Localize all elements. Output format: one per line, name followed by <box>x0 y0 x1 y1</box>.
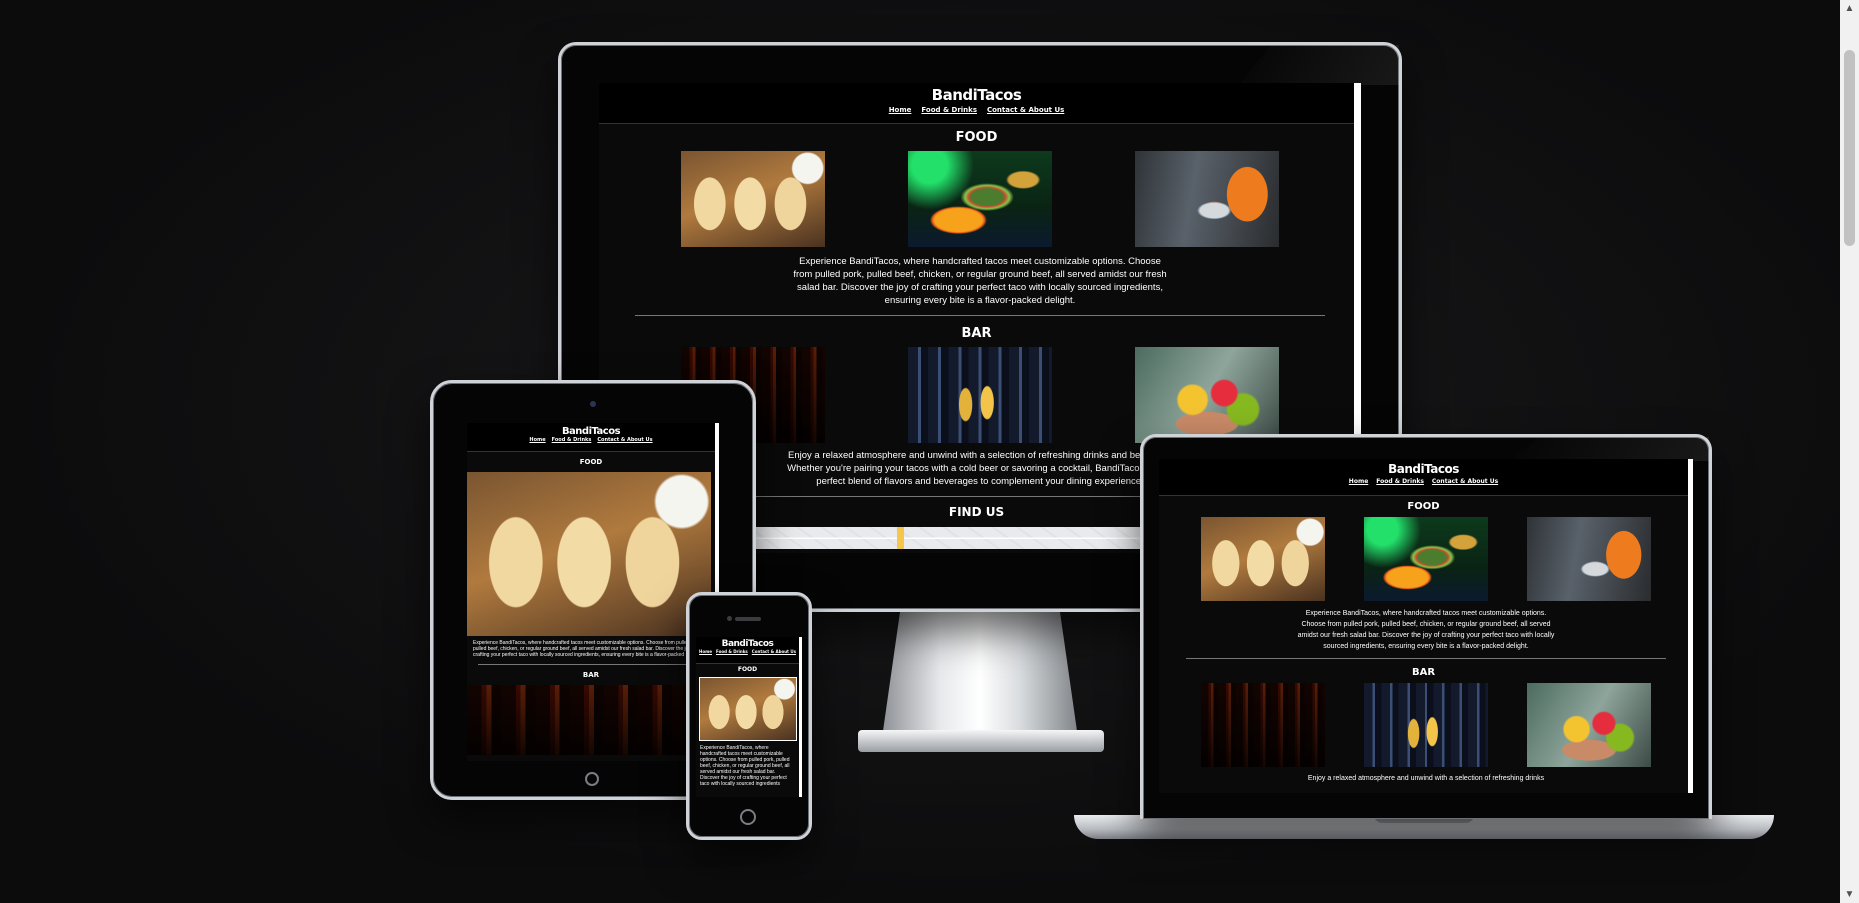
desktop-bar-text-line2: Whether you're pairing your tacos with a… <box>787 463 1173 474</box>
desktop-food-title: FOOD <box>955 130 998 145</box>
desktop-bar-text-line3: perfect blend of flavors and beverages t… <box>816 476 1144 487</box>
laptop-wine-photo <box>1201 683 1326 767</box>
phone-device: BandiTacos Home Food & Drinks Contact & … <box>686 592 812 840</box>
phone-nav-home[interactable]: Home <box>699 649 712 654</box>
phone-screen: BandiTacos Home Food & Drinks Contact & … <box>696 637 802 797</box>
scroll-down-arrow-icon[interactable]: ▼ <box>1840 886 1859 903</box>
laptop-nav-home[interactable]: Home <box>1349 478 1368 485</box>
desktop-food-divider <box>635 315 1325 316</box>
laptop-bar-images <box>1201 683 1651 767</box>
laptop-salad-photo <box>1363 517 1488 601</box>
laptop-tacos-photo <box>1201 517 1326 601</box>
tablet-food-text: Experience BandiTacos, where handcrafted… <box>473 640 703 658</box>
scroll-up-arrow-icon[interactable]: ▲ <box>1840 0 1859 17</box>
desktop-bar-text: Enjoy a relaxed atmosphere and unwind wi… <box>780 449 1180 488</box>
laptop-serving-photo <box>1526 517 1651 601</box>
laptop-food-title: FOOD <box>1407 501 1440 512</box>
laptop-food-images <box>1201 517 1651 601</box>
phone-camera <box>727 616 732 621</box>
tablet-site-header: BandiTacos Home Food & Drinks Contact & … <box>467 423 715 452</box>
desktop-nav: Home Food & Drinks Contact & About Us <box>599 106 1354 114</box>
phone-site-header: BandiTacos Home Food & Drinks Contact & … <box>696 637 799 664</box>
laptop-beer-photo <box>1363 683 1488 767</box>
laptop-bar-text: Enjoy a relaxed atmosphere and unwind wi… <box>1307 775 1545 782</box>
monitor-glare <box>1239 45 1399 85</box>
laptop-site-scrollbar[interactable] <box>1688 459 1693 793</box>
laptop-nav: Home Food & Drinks Contact & About Us <box>1159 478 1688 485</box>
desktop-nav-food-drinks[interactable]: Food & Drinks <box>921 106 977 114</box>
laptop-glare <box>1509 437 1709 461</box>
tablet-food-title: FOOD <box>579 458 603 466</box>
desktop-logo[interactable]: BandiTacos <box>599 83 1354 104</box>
phone-site-scrollbar[interactable] <box>799 637 802 797</box>
phone-food-text: Experience BandiTacos, where handcrafted… <box>700 745 790 787</box>
laptop-site-header: BandiTacos Home Food & Drinks Contact & … <box>1159 459 1688 496</box>
phone-nav: Home Food & Drinks Contact & About Us <box>696 649 799 654</box>
tablet-screen: BandiTacos Home Food & Drinks Contact & … <box>467 423 719 761</box>
tablet-camera <box>590 401 596 407</box>
mockup-stage: BandiTacos Home Food & Drinks Contact & … <box>0 0 1840 903</box>
phone-earpiece <box>735 617 761 621</box>
desktop-site-header: BandiTacos Home Food & Drinks Contact & … <box>599 83 1354 124</box>
desktop-bar-title: BAR <box>961 326 992 341</box>
laptop-nav-food-drinks[interactable]: Food & Drinks <box>1376 478 1424 485</box>
phone-logo[interactable]: BandiTacos <box>696 637 799 649</box>
tablet-food-divider <box>478 664 708 665</box>
tablet-nav-contact[interactable]: Contact & About Us <box>597 437 652 443</box>
laptop-food-text: Experience BandiTacos, where handcrafted… <box>1297 610 1555 650</box>
tablet-nav-food-drinks[interactable]: Food & Drinks <box>552 437 592 443</box>
desktop-salad-photo <box>907 151 1052 247</box>
desktop-bar-images <box>680 347 1280 443</box>
desktop-nav-home[interactable]: Home <box>889 106 912 114</box>
phone-home-button[interactable] <box>740 809 756 825</box>
desktop-nav-contact[interactable]: Contact & About Us <box>987 106 1064 114</box>
laptop-bar-title: BAR <box>1411 667 1436 678</box>
laptop-nav-contact[interactable]: Contact & About Us <box>1432 478 1498 485</box>
tablet-nav-home[interactable]: Home <box>529 437 545 443</box>
tablet-wine-photo <box>467 685 711 755</box>
scroll-thumb[interactable] <box>1844 50 1855 246</box>
laptop-logo[interactable]: BandiTacos <box>1159 459 1688 476</box>
desktop-bar-text-line1: Enjoy a relaxed atmosphere and unwind wi… <box>788 450 1172 461</box>
tablet-nav: Home Food & Drinks Contact & About Us <box>467 437 715 443</box>
phone-tacos-photo <box>699 677 797 741</box>
laptop-device: BandiTacos Home Food & Drinks Contact & … <box>1140 434 1712 819</box>
phone-nav-contact[interactable]: Contact & About Us <box>752 649 796 654</box>
tablet-home-button[interactable] <box>585 772 599 786</box>
desktop-tacos-photo <box>681 151 826 247</box>
desktop-food-text: Experience BandiTacos, where handcrafted… <box>793 256 1167 306</box>
desktop-beer-photo <box>907 347 1052 443</box>
desktop-serving-photo <box>1134 151 1279 247</box>
phone-food-title: FOOD <box>737 666 758 673</box>
desktop-cocktail-photo <box>1134 347 1279 443</box>
page-scrollbar[interactable]: ▲ ▼ <box>1840 0 1859 903</box>
laptop-screen: BandiTacos Home Food & Drinks Contact & … <box>1159 459 1693 793</box>
tablet-tacos-photo <box>467 472 711 636</box>
phone-nav-food-drinks[interactable]: Food & Drinks <box>716 649 748 654</box>
monitor-stand-foot <box>858 730 1104 752</box>
laptop-cocktail-photo <box>1526 683 1651 767</box>
tablet-logo[interactable]: BandiTacos <box>467 423 715 437</box>
desktop-food-images <box>680 151 1280 247</box>
laptop-food-divider <box>1186 658 1666 659</box>
tablet-bar-title: BAR <box>582 671 600 679</box>
